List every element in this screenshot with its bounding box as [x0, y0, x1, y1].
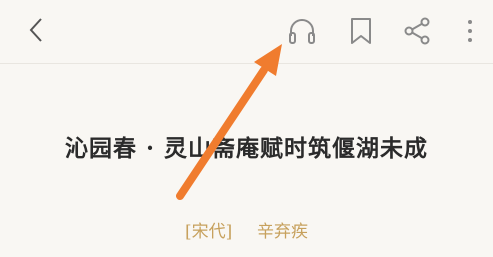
share-icon[interactable] — [402, 17, 432, 45]
more-icon[interactable] — [462, 17, 478, 45]
top-toolbar — [0, 0, 493, 64]
poem-dynasty: [宋代] — [184, 222, 233, 242]
poem-meta: [宋代] 辛弃疾 — [0, 217, 493, 242]
headphones-icon[interactable] — [287, 17, 317, 45]
poem-author[interactable]: 辛弃疾 — [257, 222, 308, 242]
poem-title: 沁园春 · 灵山斋庵赋时筑偃湖未成 — [64, 135, 429, 162]
back-icon[interactable] — [24, 16, 48, 44]
bookmark-icon[interactable] — [348, 16, 374, 46]
